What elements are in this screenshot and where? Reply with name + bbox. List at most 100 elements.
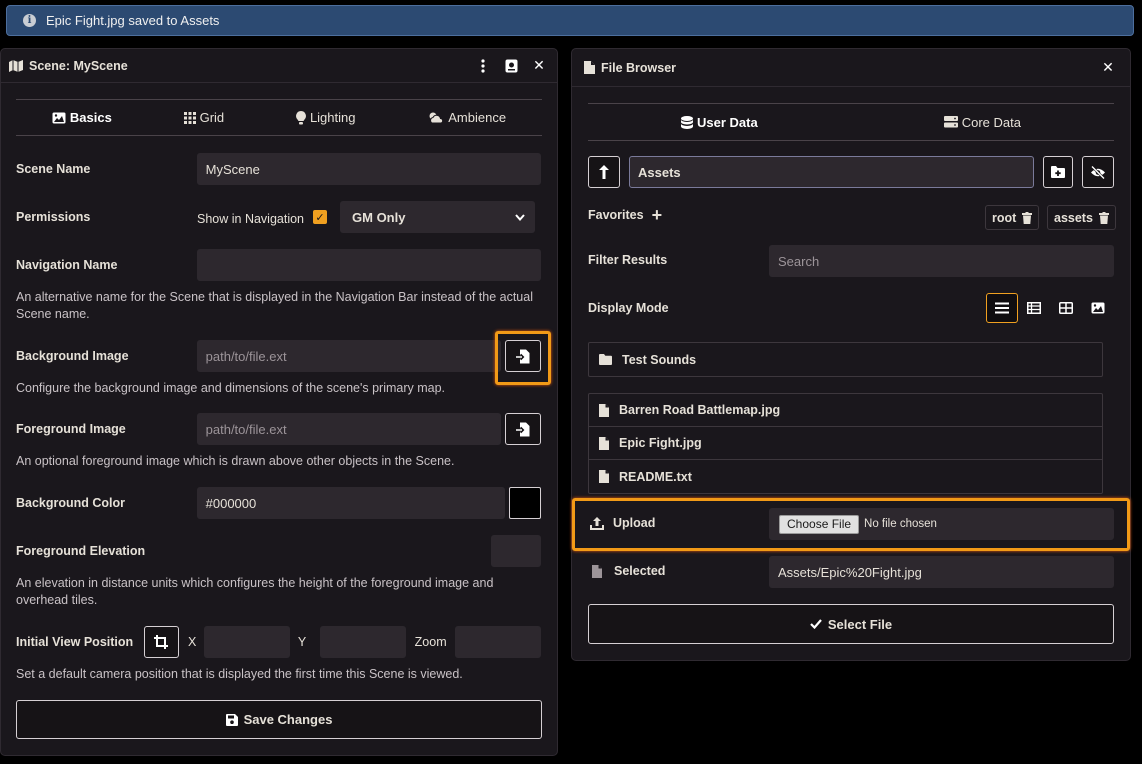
level-up-icon — [599, 165, 609, 179]
server-icon — [943, 116, 958, 128]
browse-button-highlight — [495, 331, 551, 385]
foreground-elevation-input[interactable] — [491, 535, 541, 567]
navigation-name-label: Navigation Name — [16, 258, 118, 272]
file-icon — [584, 61, 595, 74]
tab-core-data[interactable]: Core Data — [943, 115, 1021, 130]
close-icon[interactable]: ✕ — [1098, 58, 1118, 78]
lightbulb-icon — [296, 110, 306, 124]
folder-list: Test Sounds — [588, 342, 1103, 377]
crop-icon — [154, 635, 169, 649]
window-header[interactable]: Scene: MyScene ✕ — [1, 49, 557, 83]
navigation-name-hint: An alternative name for the Scene that i… — [16, 290, 533, 321]
navigation-name-input[interactable] — [196, 249, 541, 281]
go-up-button[interactable] — [588, 156, 620, 188]
foreground-image-hint: An optional foreground image which is dr… — [16, 454, 455, 468]
table-icon — [1027, 302, 1041, 314]
folder-item[interactable]: Test Sounds — [589, 343, 1102, 376]
select-file-button[interactable]: Select File — [588, 604, 1114, 644]
file-list: Barren Road Battlemap.jpg Epic Fight.jpg… — [588, 393, 1103, 494]
notification-bar[interactable]: i Epic Fight.jpg saved to Assets — [6, 5, 1134, 36]
tab-grid[interactable]: Grid — [183, 110, 224, 125]
file-icon — [599, 470, 609, 483]
upload-label-group: Upload — [590, 516, 655, 530]
notification-text: Epic Fight.jpg saved to Assets — [46, 13, 220, 28]
map-icon — [9, 59, 23, 72]
background-image-input[interactable]: path/to/file.ext — [196, 340, 502, 372]
background-image-hint: Configure the background image and dimen… — [16, 381, 446, 395]
scene-name-label: Scene Name — [16, 162, 91, 176]
toggle-privacy-button[interactable] — [1082, 156, 1114, 188]
window-title-text: File Browser — [601, 60, 677, 75]
navigation-name-row: Navigation Name — [16, 249, 541, 281]
folder-plus-icon — [1051, 166, 1065, 178]
view-x-input[interactable] — [203, 626, 290, 658]
show-in-nav-label: Show in Navigation — [197, 212, 305, 226]
tiles-mode-button[interactable] — [1050, 293, 1082, 323]
save-icon — [225, 713, 238, 726]
tab-user-data[interactable]: User Data — [681, 115, 758, 130]
tab-ambience[interactable]: Ambience — [427, 110, 506, 125]
background-color-swatch[interactable] — [509, 487, 541, 519]
images-mode-button[interactable] — [1082, 293, 1114, 323]
table-mode-button[interactable] — [1018, 293, 1050, 323]
scene-name-input[interactable]: MyScene — [196, 153, 541, 185]
trash-icon — [1098, 211, 1109, 224]
add-favorite-icon[interactable]: + — [652, 206, 663, 224]
scene-name-row: Scene Name MyScene — [16, 153, 541, 185]
view-position-hint: Set a default camera position that is di… — [16, 667, 463, 681]
window-header[interactable]: File Browser ✕ — [572, 49, 1130, 87]
file-item[interactable]: Barren Road Battlemap.jpg — [589, 394, 1102, 427]
document-id-icon[interactable] — [501, 56, 521, 76]
view-zoom-input[interactable] — [454, 626, 541, 658]
upload-label: Upload — [613, 516, 656, 530]
file-item[interactable]: Epic Fight.jpg — [589, 427, 1102, 460]
window-title: Scene: MyScene — [9, 59, 465, 73]
more-options-icon[interactable] — [473, 56, 493, 76]
folder-icon — [599, 354, 612, 365]
eye-slash-icon — [1091, 165, 1105, 179]
save-changes-button[interactable]: Save Changes — [16, 700, 542, 739]
file-upload-input[interactable]: Choose File No file chosen — [769, 508, 1114, 540]
create-folder-button[interactable] — [1043, 156, 1073, 188]
browser-source-tabs: User Data Core Data — [588, 103, 1114, 141]
capture-view-button[interactable] — [143, 626, 179, 658]
show-in-nav-checkbox[interactable]: ✓ — [313, 210, 328, 224]
selected-path-input[interactable]: Assets/Epic%20Fight.jpg — [769, 556, 1114, 588]
view-position-row: Initial View Position X Y Zoom — [16, 626, 541, 658]
favorites-label: Favorites — [588, 208, 644, 222]
filter-search-input[interactable]: Search — [769, 245, 1114, 277]
x-label: X — [188, 635, 197, 649]
file-item[interactable]: README.txt — [589, 460, 1102, 493]
display-mode-label: Display Mode — [588, 301, 669, 315]
view-y-input[interactable] — [320, 626, 406, 658]
path-input[interactable]: Assets — [629, 156, 1034, 188]
list-mode-button[interactable] — [986, 293, 1018, 323]
choose-file-button[interactable]: Choose File — [779, 514, 860, 534]
permissions-label: Permissions — [16, 210, 91, 224]
window-title-text: Scene: MyScene — [29, 58, 128, 73]
foreground-image-browse-button[interactable] — [505, 413, 541, 445]
permission-select[interactable]: GM Only — [340, 201, 536, 233]
list-icon — [995, 302, 1009, 314]
foreground-elevation-row: Foreground Elevation — [16, 535, 541, 567]
grid-icon — [183, 111, 196, 124]
file-icon — [599, 436, 609, 450]
filter-label: Filter Results — [588, 253, 668, 267]
tab-lighting[interactable]: Lighting — [296, 110, 355, 125]
file-import-icon — [516, 422, 530, 436]
foreground-image-row: Foreground Image path/to/file.ext — [16, 413, 541, 445]
foreground-image-input[interactable]: path/to/file.ext — [196, 413, 502, 445]
background-image-row: Background Image path/to/file.ext — [16, 340, 541, 372]
file-icon — [592, 564, 602, 578]
foreground-elevation-hint: An elevation in distance units which con… — [16, 576, 494, 607]
close-icon[interactable]: ✕ — [529, 56, 549, 76]
selected-label: Selected — [614, 564, 666, 578]
chevron-down-icon — [515, 213, 525, 221]
favorite-assets-button[interactable]: assets — [1047, 205, 1116, 230]
selected-label-group: Selected — [592, 564, 665, 578]
background-color-input[interactable]: #000000 — [196, 487, 506, 519]
background-color-label: Background Color — [16, 496, 126, 510]
favorite-root-button[interactable]: root — [985, 205, 1040, 230]
tab-basics[interactable]: Basics — [52, 110, 112, 125]
upload-icon — [590, 516, 604, 530]
